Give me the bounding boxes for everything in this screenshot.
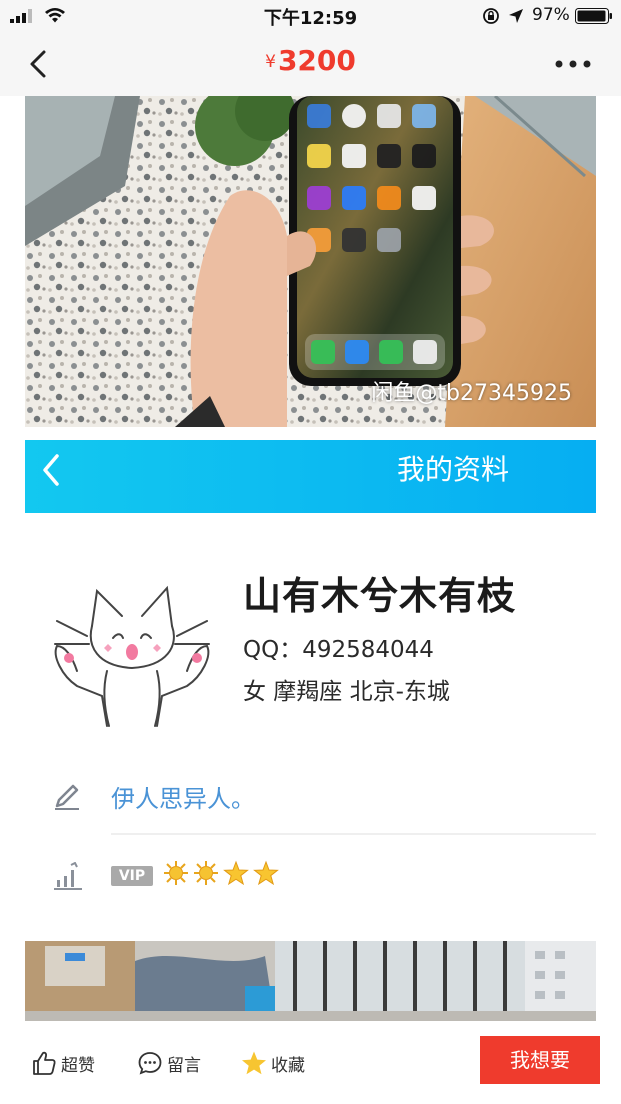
battery-icon (575, 8, 612, 24)
divider (111, 833, 596, 835)
location-arrow-icon (509, 9, 523, 23)
rotation-lock-icon (483, 8, 499, 24)
profile-header-bar: 我的资料 (25, 440, 596, 513)
level-chart-icon (54, 862, 82, 890)
comment-button[interactable]: 留言 (137, 1049, 201, 1077)
like-button[interactable]: 超赞 (31, 1049, 95, 1077)
more-options-icon[interactable] (552, 52, 594, 76)
favorite-label: 收藏 (271, 1055, 305, 1076)
battery-percentage: 97% (532, 5, 570, 25)
profile-nickname: 山有木兮木有枝 (243, 574, 517, 618)
sun-icon (164, 861, 188, 885)
back-icon (43, 454, 59, 486)
like-label: 超赞 (61, 1055, 95, 1076)
bottom-action-bar: 超赞 留言 收藏 我想要 (0, 1021, 621, 1104)
balcony-photo-image (25, 941, 596, 1021)
status-time: 下午12:59 (263, 8, 358, 29)
star-icon (253, 860, 280, 886)
profile-bio: 伊人思异人。 (111, 785, 255, 813)
favorite-button[interactable]: 收藏 (241, 1049, 305, 1077)
comment-bubble-icon (138, 1052, 162, 1075)
profile-header-title: 我的资料 (397, 453, 510, 486)
qq-level-icons (163, 860, 280, 888)
pencil-icon (55, 784, 79, 810)
currency-symbol: ¥ (265, 52, 276, 72)
photo-watermark: 闲鱼@tb27345925 (371, 381, 572, 406)
listing-photo-phone[interactable]: 闲鱼@tb27345925 (25, 96, 596, 427)
listing-photo-profile[interactable]: 我的资料 山有木兮木有枝 QQ：492584044 女 摩羯座 北京-东城 伊人… (25, 440, 596, 940)
listing-photo-balcony[interactable] (25, 941, 596, 1021)
sun-icon (194, 861, 219, 885)
thumbs-up-icon (33, 1051, 56, 1075)
comment-label: 留言 (167, 1055, 201, 1076)
status-bar: 下午12:59 97% (0, 0, 621, 32)
item-price: ¥3200 (0, 44, 621, 77)
nav-bar: ¥3200 (0, 32, 621, 96)
price-amount: 3200 (277, 44, 356, 77)
profile-qq: QQ：492584044 (243, 637, 434, 663)
star-icon (223, 860, 250, 886)
vip-badge: VIP (111, 866, 153, 886)
avatar-cat-icon (54, 585, 210, 727)
star-icon (242, 1051, 266, 1075)
want-button[interactable]: 我想要 (480, 1036, 600, 1084)
profile-gender-sign-location: 女 摩羯座 北京-东城 (243, 679, 450, 705)
